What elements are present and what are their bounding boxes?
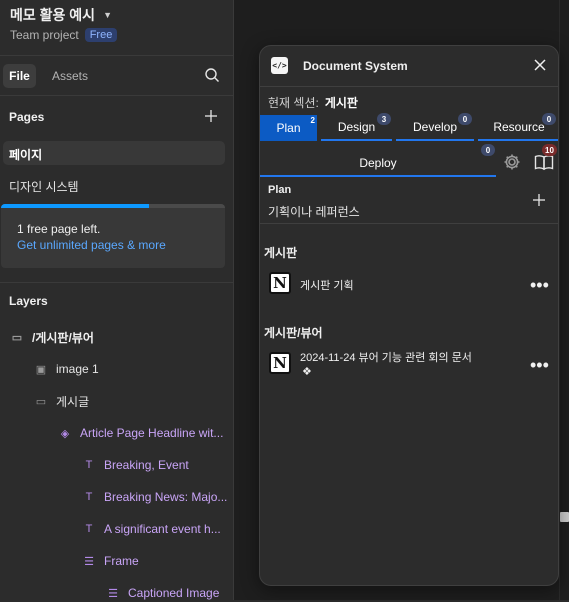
group-title: 게시판/뷰어 (264, 326, 323, 340)
tab-file[interactable]: File (3, 64, 36, 88)
layers-heading: Layers (9, 294, 48, 308)
section-label: 현재 섹션: (268, 96, 319, 110)
layer-name: /게시판/뷰어 (32, 330, 94, 345)
divider (0, 95, 234, 96)
gear-icon[interactable] (502, 152, 522, 172)
document-system-panel: </> Document System 현재 섹션: 게시판 Plan 2 Des… (259, 45, 559, 586)
canvas-edge (559, 0, 560, 600)
tab-label: Design (337, 120, 376, 134)
page-limit-progress (1, 204, 225, 208)
layer-name: Captioned Image (128, 586, 220, 600)
tab-label: Deploy (359, 155, 397, 170)
divider (0, 55, 234, 56)
page-item[interactable]: 디자인 시스템 (9, 178, 79, 195)
tab-label: Develop (412, 120, 458, 134)
tab-assets[interactable]: Assets (52, 69, 88, 83)
image-icon: ▣ (35, 363, 47, 376)
component-icon: ❖ (302, 366, 312, 378)
component-instance-icon: ◈ (60, 427, 70, 440)
tab-count: 3 (377, 113, 391, 125)
panel-header: </> Document System (260, 46, 558, 86)
section-value: 게시판 (324, 96, 358, 110)
text-icon: T (85, 459, 93, 471)
plan-description: 기획이나 레퍼런스 (268, 205, 360, 219)
add-document-icon[interactable] (532, 193, 546, 207)
panel-title: Document System (303, 59, 408, 73)
tab-plan[interactable]: Plan 2 (260, 115, 317, 141)
layer-row[interactable]: T Breaking, Event (82, 456, 189, 474)
frame-icon: ▭ (35, 395, 47, 408)
upgrade-link[interactable]: Get unlimited pages & more (17, 238, 166, 252)
close-icon[interactable] (532, 57, 548, 73)
layer-name: Breaking, Event (104, 458, 189, 472)
notion-icon: N (269, 352, 291, 374)
tab-label: Plan (276, 121, 301, 135)
team-name: Team project (10, 28, 79, 42)
more-icon[interactable]: ••• (530, 276, 549, 294)
tab-count: 0 (542, 113, 556, 125)
group-title: 게시판 (264, 246, 298, 260)
notification-count: 10 (542, 144, 557, 156)
page-item-selected[interactable]: 페이지 (3, 141, 225, 165)
plan-title: Plan (268, 184, 292, 196)
layer-name: image 1 (56, 362, 99, 376)
document-link[interactable]: 2024-11-24 뷰어 기능 관련 회의 문서 (300, 349, 472, 365)
auto-layout-icon: ☰ (84, 555, 94, 568)
tab-count: 0 (458, 113, 472, 125)
code-logo-icon: </> (271, 57, 288, 74)
layer-row[interactable]: ▭ 게시글 (34, 392, 89, 410)
progress-fill (1, 204, 149, 208)
layer-row[interactable]: T A significant event h... (82, 520, 221, 538)
layer-row[interactable]: ▭ /게시판/뷰어 (10, 328, 94, 346)
tab-count: 0 (481, 144, 495, 156)
chevron-down-icon: ▼ (103, 10, 112, 20)
text-icon: T (85, 523, 93, 535)
plan-badge[interactable]: Free (84, 28, 118, 42)
divider (260, 86, 558, 87)
layer-row[interactable]: ◈ Article Page Headline wit... (58, 424, 224, 442)
current-section: 현재 섹션: 게시판 (268, 94, 358, 111)
tab-count: 2 (310, 116, 315, 125)
file-title: 메모 활용 예시 (10, 7, 96, 23)
canvas-handle[interactable] (560, 512, 569, 522)
add-page-icon[interactable] (204, 109, 218, 123)
document-link[interactable]: 게시판 기획 (300, 277, 354, 293)
more-icon[interactable]: ••• (530, 356, 549, 374)
layer-name: Article Page Headline wit... (80, 426, 224, 440)
upsell-banner: 1 free page left. Get unlimited pages & … (1, 204, 225, 268)
text-icon: T (85, 491, 93, 503)
pages-heading: Pages (9, 110, 45, 124)
tab-label: Resource (493, 120, 545, 134)
layer-row[interactable]: ☰ Frame (82, 552, 139, 570)
tab-deploy[interactable]: Deploy (260, 150, 496, 177)
notion-icon: N (269, 272, 291, 294)
frame-icon: ▭ (11, 331, 23, 344)
layer-row[interactable]: ▣ image 1 (34, 360, 99, 378)
search-icon[interactable] (204, 67, 220, 83)
layer-row[interactable]: T Breaking News: Majo... (82, 488, 228, 506)
divider (0, 282, 234, 283)
layer-row[interactable]: ☰ Captioned Image (106, 584, 219, 602)
layer-name: Breaking News: Majo... (104, 490, 228, 504)
team-info: Team project Free (10, 28, 118, 42)
layer-name: Frame (104, 554, 139, 568)
upsell-text: 1 free page left. (17, 222, 101, 236)
auto-layout-icon: ☰ (108, 587, 118, 600)
layer-name: A significant event h... (104, 522, 221, 536)
file-title-button[interactable]: 메모 활용 예시 ▼ (10, 5, 112, 25)
divider (260, 223, 558, 224)
layer-name: 게시글 (56, 394, 90, 409)
left-sidebar: 메모 활용 예시 ▼ Team project Free File Assets… (0, 0, 234, 600)
